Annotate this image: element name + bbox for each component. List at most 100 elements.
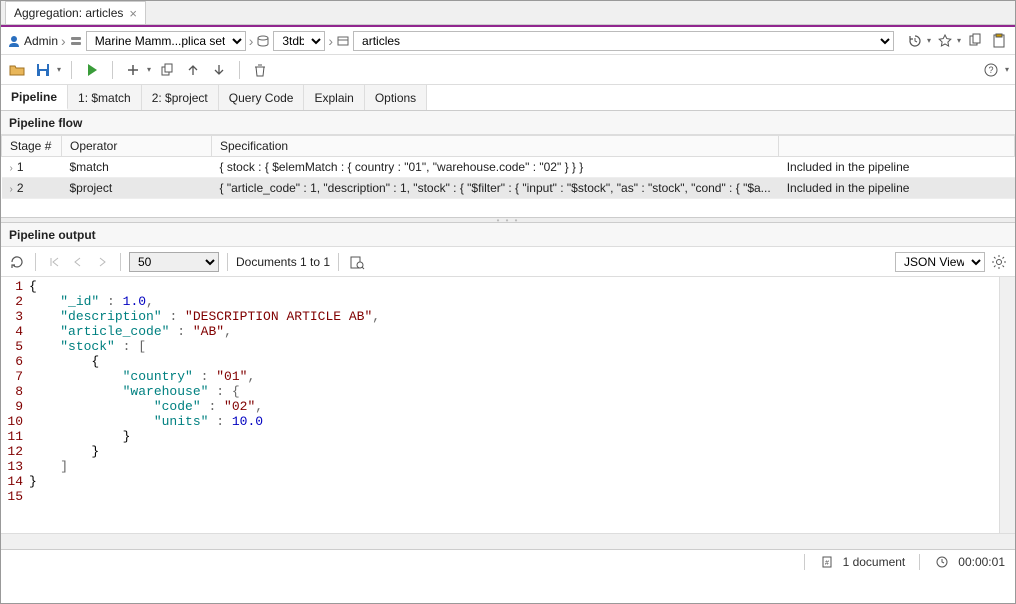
server-icon [69,34,83,48]
chevron-right-icon: › [61,33,66,49]
copy-icon[interactable] [965,31,985,51]
chevron-right-icon: › [10,184,13,195]
page-size-select[interactable]: 50 [129,252,219,272]
svg-text:#: # [825,560,829,567]
database-select[interactable]: 3tdb [273,31,325,51]
vertical-scrollbar[interactable] [999,277,1015,533]
table-row[interactable]: ›1$match{ stock : { $elemMatch : { count… [2,157,1015,178]
tab-label: 1: $match [78,91,131,105]
document-count-label: 1 document [843,555,906,569]
chevron-right-icon: › [328,33,333,49]
move-up-icon[interactable] [183,60,203,80]
chevron-down-icon[interactable]: ▾ [147,65,151,74]
star-icon[interactable] [935,31,955,51]
horizontal-scrollbar[interactable] [1,533,1015,549]
tab-options[interactable]: Options [365,85,427,110]
line-number: 12 [1,444,29,459]
tab-querycode[interactable]: Query Code [219,85,305,110]
line-number: 15 [1,489,29,504]
next-page-icon[interactable] [92,252,112,272]
document-tab-bar: Aggregation: articles × [1,1,1015,25]
open-icon[interactable] [7,60,27,80]
help-icon[interactable]: ? [981,60,1001,80]
settings-icon[interactable] [989,252,1009,272]
code-line: 3 "description" : "DESCRIPTION ARTICLE A… [1,309,1015,324]
line-number: 10 [1,414,29,429]
pipeline-flow-table: Stage # Operator Specification ›1$match{… [1,135,1015,199]
code-line: 15 [1,489,1015,504]
chevron-right-icon: › [249,33,254,49]
section-title: Pipeline output [9,228,96,242]
tab-label: Query Code [229,91,294,105]
cell-stage: ›2 [2,178,62,199]
table-row[interactable]: ›2$project{ "article_code" : 1, "descrip… [2,178,1015,199]
pipeline-flow-header: Pipeline flow [1,111,1015,135]
elapsed-time-label: 00:00:01 [958,555,1005,569]
tab-stage-2[interactable]: 2: $project [142,85,219,110]
user-label: Admin [24,34,58,48]
code-line: 2 "_id" : 1.0, [1,294,1015,309]
collection-select[interactable]: articles [353,31,894,51]
cell-spec: { "article_code" : 1, "description" : 1,… [212,178,779,199]
json-output-editor[interactable]: 1{2 "_id" : 1.0,3 "description" : "DESCR… [1,277,1015,533]
view-mode-select[interactable]: JSON View [895,252,985,272]
line-number: 4 [1,324,29,339]
code-line: 9 "code" : "02", [1,399,1015,414]
code-line: 8 "warehouse" : { [1,384,1015,399]
line-number: 8 [1,384,29,399]
tab-stage-1[interactable]: 1: $match [68,85,142,110]
cell-stage: ›1 [2,157,62,178]
col-operator[interactable]: Operator [62,136,212,157]
tab-label: Explain [314,91,353,105]
chevron-down-icon[interactable]: ▾ [927,36,931,45]
line-number: 5 [1,339,29,354]
clock-icon [934,554,950,570]
code-line: 5 "stock" : [ [1,339,1015,354]
chevron-down-icon[interactable]: ▾ [957,36,961,45]
line-number: 3 [1,309,29,324]
trash-icon[interactable] [250,60,270,80]
line-number: 1 [1,279,29,294]
document-tab[interactable]: Aggregation: articles × [5,1,146,24]
line-number: 11 [1,429,29,444]
find-icon[interactable] [347,252,367,272]
tab-explain[interactable]: Explain [304,85,364,110]
cell-included: Included in the pipeline [779,157,1015,178]
code-line: 14} [1,474,1015,489]
close-icon[interactable]: × [129,6,137,21]
first-page-icon[interactable] [44,252,64,272]
cell-included: Included in the pipeline [779,178,1015,199]
run-icon[interactable] [82,60,102,80]
chevron-down-icon[interactable]: ▾ [57,65,61,74]
pipeline-tabs: Pipeline 1: $match 2: $project Query Cod… [1,85,1015,111]
code-line: 7 "country" : "01", [1,369,1015,384]
code-line: 13 ] [1,459,1015,474]
prev-page-icon[interactable] [68,252,88,272]
duplicate-icon[interactable] [157,60,177,80]
line-number: 6 [1,354,29,369]
line-number: 2 [1,294,29,309]
move-down-icon[interactable] [209,60,229,80]
col-stage[interactable]: Stage # [2,136,62,157]
col-included[interactable] [779,136,1015,157]
chevron-down-icon[interactable]: ▾ [1005,65,1009,74]
history-icon[interactable] [905,31,925,51]
collection-icon [336,34,350,48]
refresh-icon[interactable] [7,252,27,272]
code-line: 12 } [1,444,1015,459]
save-icon[interactable] [33,60,53,80]
code-line: 11 } [1,429,1015,444]
paste-icon[interactable] [989,31,1009,51]
connection-select[interactable]: Marine Mamm...plica set] [86,31,246,51]
svg-text:?: ? [988,65,993,75]
add-icon[interactable] [123,60,143,80]
tab-label: 2: $project [152,91,208,105]
pipeline-output-header: Pipeline output [1,223,1015,247]
col-spec[interactable]: Specification [212,136,779,157]
line-number: 7 [1,369,29,384]
user-icon [7,34,21,48]
status-bar: # 1 document 00:00:01 [1,549,1015,573]
code-line: 4 "article_code" : "AB", [1,324,1015,339]
tab-pipeline[interactable]: Pipeline [1,85,68,110]
code-line: 10 "units" : 10.0 [1,414,1015,429]
